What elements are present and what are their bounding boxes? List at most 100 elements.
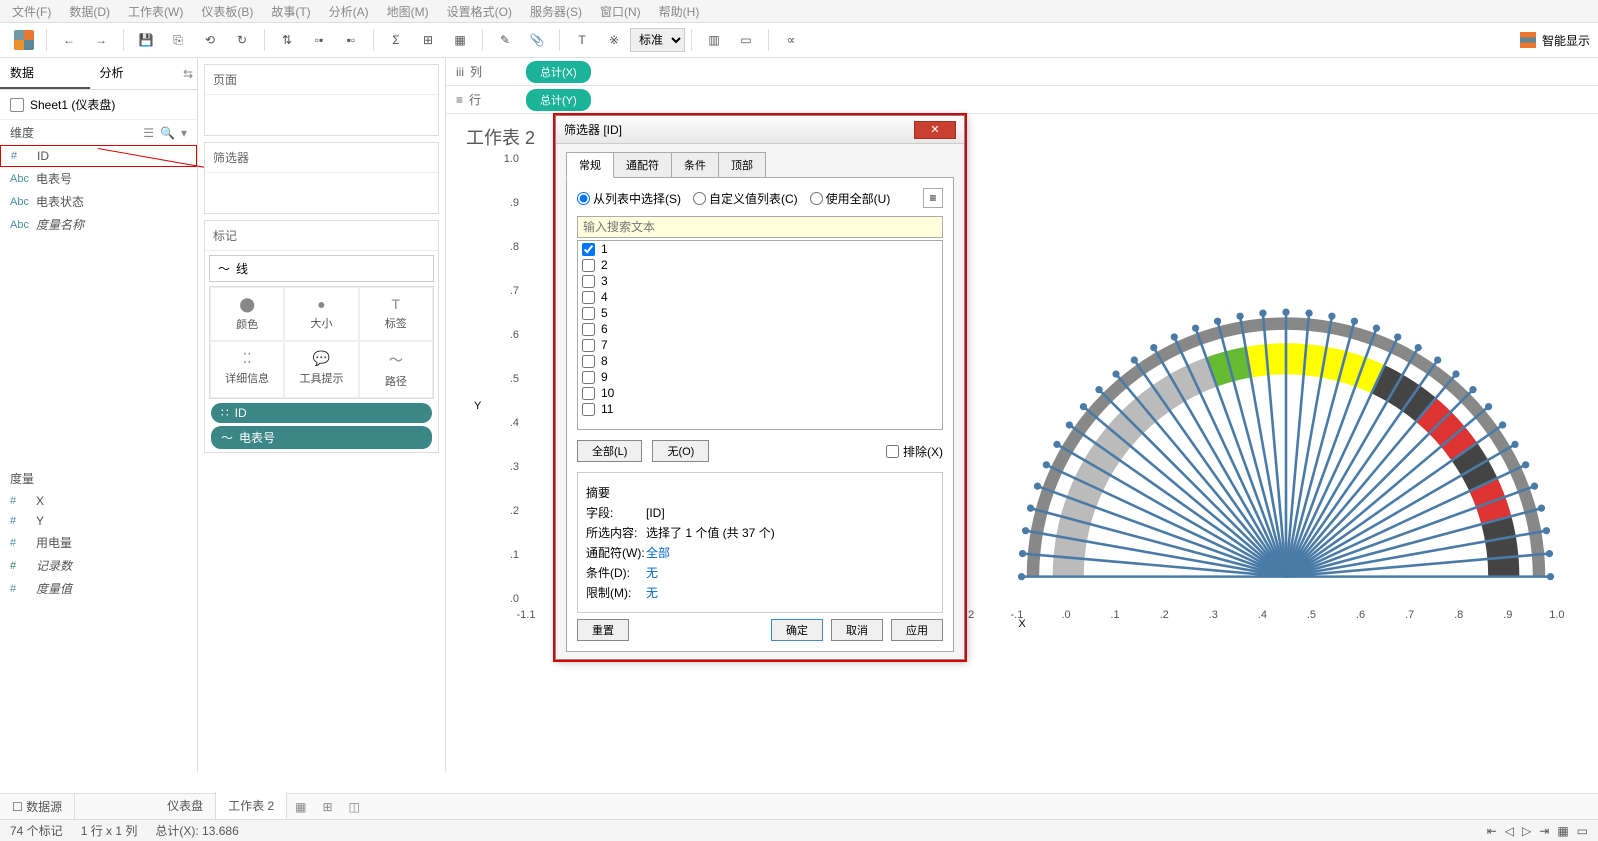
- field-X[interactable]: #X: [0, 491, 197, 511]
- mark-pill-ID[interactable]: ∷ID: [211, 403, 432, 423]
- swap-button[interactable]: ⇅: [273, 26, 301, 54]
- fit-select[interactable]: 标准: [630, 28, 685, 52]
- refresh-button[interactable]: ↻: [228, 26, 256, 54]
- mark-大小[interactable]: ●大小: [284, 287, 358, 341]
- mark-路径[interactable]: 〜路径: [359, 341, 433, 398]
- select-none-button[interactable]: 无(O): [652, 440, 709, 462]
- nav-prev-icon[interactable]: ◁: [1505, 824, 1514, 838]
- exclude-checkbox[interactable]: 排除(X): [886, 443, 943, 460]
- select-all-button[interactable]: 全部(L): [577, 440, 642, 462]
- dialog-titlebar[interactable]: 筛选器 [ID] ✕: [556, 116, 964, 144]
- field-电表状态[interactable]: Abc电表状态: [0, 190, 197, 213]
- cancel-button[interactable]: 取消: [831, 619, 883, 641]
- autorefresh-button[interactable]: ⟲: [196, 26, 224, 54]
- mark-标签[interactable]: T标签: [359, 287, 433, 341]
- sort-asc-button[interactable]: ▫▪: [305, 26, 333, 54]
- search-input[interactable]: [577, 216, 943, 238]
- filter-item-1[interactable]: 1: [578, 241, 942, 257]
- mark-工具提示[interactable]: 💬工具提示: [284, 341, 358, 398]
- field-用电量[interactable]: #用电量: [0, 531, 197, 554]
- menu-item[interactable]: 数据(D): [69, 3, 110, 20]
- pin-button[interactable]: 📎: [523, 26, 551, 54]
- filter-item-3[interactable]: 3: [578, 273, 942, 289]
- pane-options-icon[interactable]: ⇆: [179, 58, 197, 89]
- datasource-tab[interactable]: ☐ 数据源: [0, 793, 75, 820]
- sheet-tab-1[interactable]: 工作表 2: [216, 792, 287, 821]
- forward-button[interactable]: →: [87, 26, 115, 54]
- worksheet-title[interactable]: 工作表 2: [466, 124, 535, 150]
- worksheet-button[interactable]: ▦: [446, 26, 474, 54]
- menu-item[interactable]: 故事(T): [271, 3, 310, 20]
- sort-desc-button[interactable]: ▪▫: [337, 26, 365, 54]
- ok-button[interactable]: 确定: [771, 619, 823, 641]
- field-度量值[interactable]: #度量值: [0, 577, 197, 600]
- filter-item-6[interactable]: 6: [578, 321, 942, 337]
- menu-item[interactable]: 工作表(W): [128, 3, 183, 20]
- show-cards-button[interactable]: ▥: [700, 26, 728, 54]
- row-pill[interactable]: 总计(Y): [526, 89, 591, 111]
- menu-item[interactable]: 设置格式(O): [447, 3, 512, 20]
- list-options-icon[interactable]: ≡: [923, 188, 943, 208]
- mark-颜色[interactable]: ⬤颜色: [210, 287, 284, 341]
- mark-pill-电表号[interactable]: 〜电表号: [211, 426, 432, 449]
- label-button[interactable]: T: [568, 26, 596, 54]
- new-datasource-button[interactable]: ⎘: [164, 26, 192, 54]
- filter-item-2[interactable]: 2: [578, 257, 942, 273]
- filter-item-11[interactable]: 11: [578, 401, 942, 417]
- datasource-item[interactable]: Sheet1 (仪表盘): [0, 90, 197, 120]
- columns-shelf[interactable]: iii列 总计(X): [446, 58, 1598, 86]
- rows-shelf[interactable]: ≡行 总计(Y): [446, 86, 1598, 114]
- pages-shelf[interactable]: 页面: [204, 64, 439, 136]
- filter-value-list[interactable]: 1 2 3 4 5 6 7 8 9 10 11: [577, 240, 943, 430]
- filters-shelf[interactable]: 筛选器: [204, 142, 439, 214]
- filter-item-10[interactable]: 10: [578, 385, 942, 401]
- filter-item-5[interactable]: 5: [578, 305, 942, 321]
- nav-last-icon[interactable]: ⇥: [1539, 824, 1549, 838]
- menu-item[interactable]: 仪表板(B): [201, 3, 253, 20]
- filter-item-8[interactable]: 8: [578, 353, 942, 369]
- menu-item[interactable]: 地图(M): [387, 3, 429, 20]
- reset-button[interactable]: 重置: [577, 619, 629, 641]
- view-list-icon[interactable]: ☰: [143, 126, 154, 140]
- fix-axis-button[interactable]: ※: [600, 26, 628, 54]
- tab-analysis[interactable]: 分析: [90, 58, 180, 89]
- menu-item[interactable]: 文件(F): [12, 3, 51, 20]
- tab-data[interactable]: 数据: [0, 58, 90, 89]
- column-pill[interactable]: 总计(X): [526, 61, 591, 83]
- group-button[interactable]: ⊞: [414, 26, 442, 54]
- new-dashboard-button[interactable]: ⊞: [314, 795, 340, 819]
- new-worksheet-button[interactable]: ▦: [287, 795, 314, 819]
- apply-button[interactable]: 应用: [891, 619, 943, 641]
- filter-item-9[interactable]: 9: [578, 369, 942, 385]
- radio-0[interactable]: 从列表中选择(S): [577, 190, 681, 207]
- field-电表号[interactable]: Abc电表号: [0, 167, 197, 190]
- filter-item-4[interactable]: 4: [578, 289, 942, 305]
- sheet-tab-0[interactable]: 仪表盘: [155, 792, 216, 821]
- menu-icon[interactable]: ▾: [181, 126, 187, 140]
- save-button[interactable]: 💾: [132, 26, 160, 54]
- menu-item[interactable]: 分析(A): [329, 3, 369, 20]
- filter-item-7[interactable]: 7: [578, 337, 942, 353]
- view-grid-icon[interactable]: ▦: [1557, 824, 1568, 838]
- totals-button[interactable]: Σ: [382, 26, 410, 54]
- mark-type-select[interactable]: 〜线: [209, 255, 434, 282]
- dialog-tab-2[interactable]: 条件: [671, 152, 719, 178]
- close-button[interactable]: ✕: [914, 121, 956, 139]
- field-记录数[interactable]: #记录数: [0, 554, 197, 577]
- mark-详细信息[interactable]: ⁚⁚详细信息: [210, 341, 284, 398]
- presentation-button[interactable]: ▭: [732, 26, 760, 54]
- nav-first-icon[interactable]: ⇤: [1487, 824, 1497, 838]
- field-Y[interactable]: #Y: [0, 511, 197, 531]
- dialog-tab-0[interactable]: 常规: [566, 152, 614, 178]
- tableau-logo[interactable]: [10, 26, 38, 54]
- radio-2[interactable]: 使用全部(U): [810, 190, 891, 207]
- menu-item[interactable]: 服务器(S): [530, 3, 582, 20]
- radio-1[interactable]: 自定义值列表(C): [693, 190, 798, 207]
- search-icon[interactable]: 🔍: [160, 126, 175, 140]
- dialog-tab-3[interactable]: 顶部: [718, 152, 766, 178]
- field-度量名称[interactable]: Abc度量名称: [0, 213, 197, 236]
- new-story-button[interactable]: ◫: [341, 795, 368, 819]
- menu-item[interactable]: 窗口(N): [600, 3, 641, 20]
- highlight-button[interactable]: ✎: [491, 26, 519, 54]
- share-button[interactable]: ∝: [777, 26, 805, 54]
